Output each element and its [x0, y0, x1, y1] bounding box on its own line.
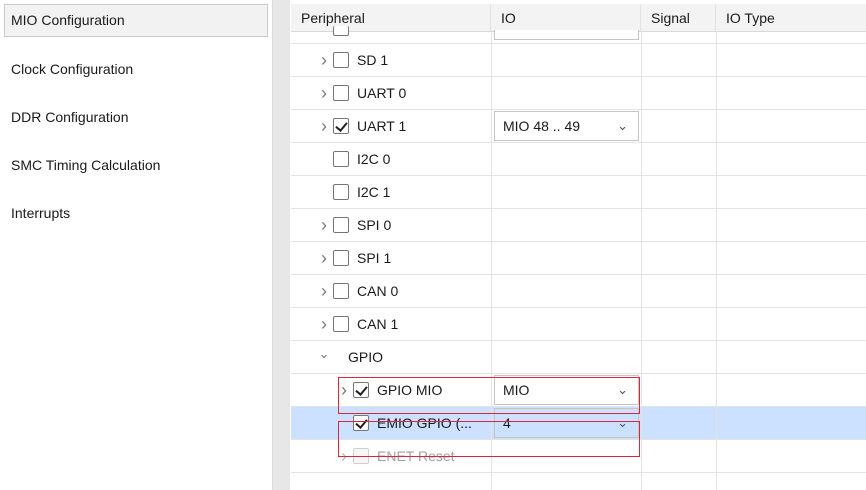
table-row-i2c-0[interactable]: I2C 0 [291, 143, 866, 176]
table-row-spi-1[interactable]: › SPI 1 [291, 242, 866, 275]
checkbox-can-1[interactable] [333, 316, 349, 332]
table-row-can-1[interactable]: › CAN 1 [291, 308, 866, 341]
nav-item-mio-configuration[interactable]: MIO Configuration [4, 4, 268, 37]
chevron-right-icon[interactable]: › [317, 308, 331, 341]
peripheral-label: I2C 0 [357, 151, 391, 167]
peripheral-label: CAN 0 [357, 283, 399, 299]
checkbox-i2c-0[interactable] [333, 151, 349, 167]
chevron-down-icon[interactable]: ⌄ [617, 112, 628, 140]
table-row-uart-1[interactable]: › UART 1 MIO 48 .. 49 ⌄ [291, 110, 866, 143]
column-divider [491, 32, 492, 490]
peripheral-label: SPI 0 [357, 217, 392, 233]
io-dropdown-uart-1[interactable]: MIO 48 .. 49 ⌄ [494, 111, 639, 141]
group-label: GPIO [348, 349, 384, 365]
checkbox-sd-1[interactable] [333, 52, 349, 68]
chevron-down-icon[interactable]: ⌄ [617, 409, 628, 437]
table-row-uart-0[interactable]: › UART 0 [291, 77, 866, 110]
io-dropdown-value: MIO [503, 382, 530, 398]
peripheral-label: SD 1 [357, 52, 389, 68]
chevron-right-icon[interactable]: › [317, 44, 331, 77]
checkbox-gpio-mio[interactable] [353, 382, 369, 398]
peripheral-label: UART 1 [357, 118, 407, 134]
chevron-right-icon[interactable]: › [317, 242, 331, 275]
column-divider [716, 32, 717, 490]
configuration-nav: MIO Configuration Clock Configuration DD… [0, 0, 272, 490]
chevron-right-icon[interactable]: › [317, 110, 331, 143]
checkbox-emio-gpio[interactable] [353, 415, 369, 431]
column-header-io[interactable]: IO [491, 4, 641, 32]
checkbox-i2c-1[interactable] [333, 184, 349, 200]
peripheral-label: UART 0 [357, 85, 407, 101]
table-row-gpio-mio[interactable]: › GPIO MIO MIO ⌄ [291, 374, 866, 407]
panel-splitter[interactable] [272, 0, 290, 490]
chevron-right-icon[interactable]: › [317, 77, 331, 110]
table-row-partial [291, 26, 866, 44]
checkbox-uart-0[interactable] [333, 85, 349, 101]
column-header-io-type[interactable]: IO Type [716, 4, 866, 32]
table-row-gpio[interactable]: ⌄ GPIO [291, 341, 866, 374]
checkbox-spi-1[interactable] [333, 250, 349, 266]
checkbox-spi-0[interactable] [333, 217, 349, 233]
peripheral-table: Peripheral IO Signal IO Type › SD 1 › UART … [291, 0, 866, 490]
chevron-right-icon[interactable]: › [317, 275, 331, 308]
nav-item-clock-configuration[interactable]: Clock Configuration [4, 53, 268, 86]
chevron-right-icon[interactable]: › [337, 440, 351, 473]
chevron-down-icon[interactable]: ⌄ [317, 341, 331, 374]
io-dropdown-partial[interactable] [494, 30, 639, 40]
table-row-sd-1[interactable]: › SD 1 [291, 44, 866, 77]
peripheral-label: SPI 1 [357, 250, 392, 266]
checkbox-can-0[interactable] [333, 283, 349, 299]
io-dropdown-gpio-mio[interactable]: MIO ⌄ [494, 375, 639, 405]
peripheral-label: I2C 1 [357, 184, 391, 200]
checkbox-enet-reset [353, 448, 369, 464]
peripheral-label: EMIO GPIO (... [377, 415, 472, 431]
peripheral-label: GPIO MIO [377, 382, 443, 398]
table-row-i2c-1[interactable]: I2C 1 [291, 176, 866, 209]
io-dropdown-value: MIO 48 .. 49 [503, 118, 581, 134]
io-dropdown-emio-gpio[interactable]: 4 ⌄ [494, 408, 639, 438]
chevron-down-icon[interactable]: ⌄ [617, 376, 628, 404]
peripheral-label: CAN 1 [357, 316, 399, 332]
chevron-right-icon[interactable]: › [317, 209, 331, 242]
table-row-spi-0[interactable]: › SPI 0 [291, 209, 866, 242]
table-row-enet-reset[interactable]: › ENET Reset [291, 440, 866, 473]
table-row-can-0[interactable]: › CAN 0 [291, 275, 866, 308]
chevron-right-icon[interactable]: › [337, 374, 351, 407]
nav-item-smc-timing-calculation[interactable]: SMC Timing Calculation [4, 149, 268, 182]
nav-item-interrupts[interactable]: Interrupts [4, 197, 268, 230]
peripheral-label: ENET Reset [377, 448, 455, 464]
io-dropdown-value: 4 [503, 415, 511, 431]
column-header-peripheral[interactable]: Peripheral [291, 4, 491, 32]
nav-item-ddr-configuration[interactable]: DDR Configuration [4, 101, 268, 134]
column-header-signal[interactable]: Signal [641, 4, 716, 32]
column-divider [641, 32, 642, 490]
checkbox[interactable] [333, 26, 349, 36]
table-row-emio-gpio[interactable]: EMIO GPIO (... 4 ⌄ [291, 407, 866, 440]
checkbox-uart-1[interactable] [333, 118, 349, 134]
